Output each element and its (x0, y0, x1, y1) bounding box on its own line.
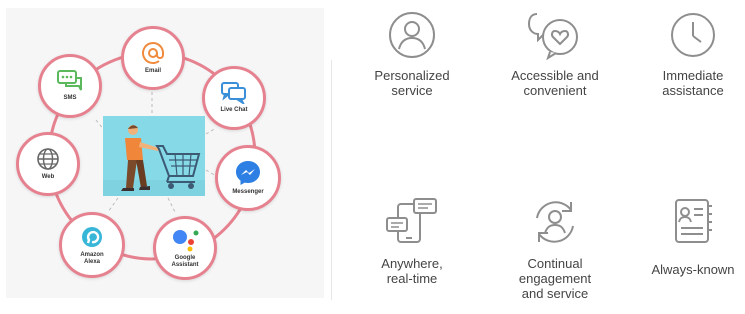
sms-icon (57, 70, 82, 91)
channel-label-amazon-alexa: Amazon Alexa (80, 251, 104, 265)
person-cycle-icon (536, 201, 574, 243)
feature-text-line: real-time (386, 271, 438, 286)
feature-text-line: service (391, 83, 433, 98)
profile-card-icon (675, 199, 712, 243)
channel-label-messenger: Messenger (232, 189, 264, 195)
shopper-with-cart-icon (103, 125, 205, 196)
feature-text-line: assistance (662, 83, 724, 98)
feature-immediate-assistance: Immediate assistance (633, 10, 745, 98)
alexa-icon (82, 226, 102, 247)
feature-text-line: engagement (518, 271, 592, 286)
feature-text-line: Continual (527, 256, 583, 271)
feature-text-line: Always-known (651, 262, 735, 277)
panel-divider (331, 60, 332, 300)
shopper-illustration (103, 116, 205, 196)
google-assistant-icon (173, 229, 199, 251)
feature-accessible-convenient: Accessible and convenient (495, 10, 615, 98)
channel-label-google-assistant: Google Assistant (171, 254, 199, 268)
clock-icon (671, 13, 715, 57)
channel-amazon-alexa: Amazon Alexa (59, 212, 125, 278)
channel-web: Web (16, 132, 80, 196)
channel-label-email: Email (144, 68, 161, 74)
feature-continual-engagement: Continual engagement and service (495, 196, 615, 301)
feature-text-line: Immediate (662, 68, 724, 83)
chat-bubbles-icon (221, 82, 246, 104)
feature-text-line: Accessible and (511, 68, 599, 83)
feature-text-line: Anywhere, (381, 256, 443, 271)
feature-always-known: Always-known (633, 196, 745, 277)
channel-label-live-chat: Live Chat (220, 107, 248, 113)
feature-personalized-service: Personalized service (352, 10, 472, 98)
email-at-icon (142, 42, 164, 64)
channel-sms: SMS (38, 54, 102, 118)
feature-anywhere-real-time: Anywhere, real-time (352, 196, 472, 286)
feature-text-line: convenient (523, 83, 587, 98)
channel-label-sms: SMS (63, 95, 77, 101)
channel-messenger: Messenger (215, 145, 281, 211)
chat-heart-icon (527, 13, 578, 60)
messenger-icon (236, 161, 260, 185)
feature-text-line: and service (521, 286, 589, 301)
channel-live-chat: Live Chat (202, 66, 266, 130)
person-icon (389, 12, 435, 58)
globe-icon (37, 148, 59, 170)
channel-email: Email (121, 26, 185, 90)
feature-text-line: Personalized (374, 68, 450, 83)
channel-google-assistant: Google Assistant (153, 216, 217, 280)
devices-chat-icon (386, 198, 437, 243)
channel-label-web: Web (41, 174, 55, 180)
